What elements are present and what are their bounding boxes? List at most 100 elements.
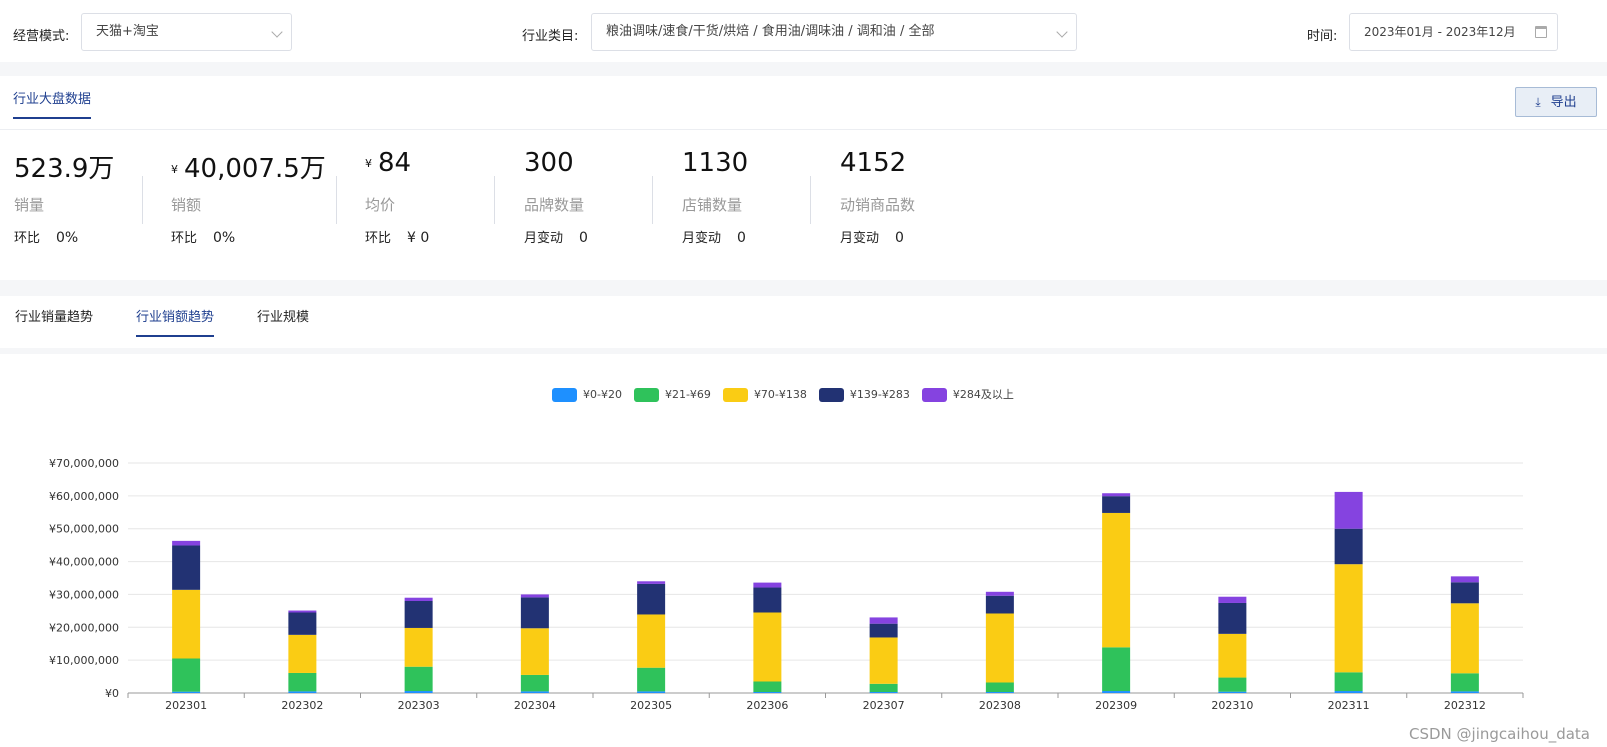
y-tick-label: ¥0 [105, 687, 119, 700]
bar-segment[interactable] [1334, 564, 1363, 673]
bar-segment[interactable] [1102, 496, 1131, 513]
bar-segment[interactable] [637, 583, 666, 615]
bar-segment[interactable] [172, 658, 201, 692]
tab-sales-amount-trend[interactable]: 行业销额趋势 [136, 306, 215, 337]
metric-name: 品牌数量 [524, 196, 585, 214]
bar-segment[interactable] [404, 601, 433, 628]
bar-segment[interactable] [1450, 603, 1479, 674]
bar-segment[interactable] [753, 612, 782, 682]
bar-segment[interactable] [1450, 582, 1479, 604]
bar-segment[interactable] [753, 681, 782, 693]
bar-segment[interactable] [985, 591, 1014, 596]
bar-segment[interactable] [869, 623, 898, 638]
bar-segment[interactable] [404, 597, 433, 601]
overview-panel: 行业大盘数据 ⤓ 导出 523.9万 销量 环比 0% ¥40,007.5万 销额 … [0, 76, 1607, 280]
bar-segment[interactable] [637, 614, 666, 668]
bar-segment[interactable] [172, 545, 201, 590]
bar-segment[interactable] [1334, 491, 1363, 529]
bar-segment[interactable] [1218, 602, 1247, 634]
bar-segment[interactable] [637, 667, 666, 692]
bar-segment[interactable] [869, 637, 898, 684]
bar-segment[interactable] [1334, 691, 1363, 693]
stacked-bar-chart: ¥0 ¥10,000,000 ¥20,000,000 ¥30,000,000 ¥40,0… [49, 457, 1524, 712]
x-tick-label: 202306 [746, 699, 788, 712]
bar-segment[interactable] [1334, 528, 1363, 565]
x-tick-label: 202311 [1328, 699, 1370, 712]
metric-active-items: 4152 动销商品数 月变动 0 [840, 148, 915, 246]
bar-segment[interactable] [172, 540, 201, 546]
divider [0, 129, 1607, 130]
bar-segment[interactable] [520, 674, 549, 692]
metric-shop-count: 1130 店铺数量 月变动 0 [682, 148, 748, 246]
bar-segment[interactable] [172, 691, 201, 693]
bar-segment[interactable] [288, 672, 317, 692]
bar-segment[interactable] [520, 628, 549, 675]
bar-segment[interactable] [869, 683, 898, 693]
bar-segment[interactable] [1102, 647, 1131, 692]
bar-segment[interactable] [1218, 691, 1247, 693]
metric-value: 4152 [840, 148, 907, 178]
divider [336, 176, 337, 224]
x-tick-label: 202301 [165, 699, 207, 712]
bar-segment[interactable] [985, 692, 1014, 693]
bar-segment[interactable] [172, 589, 201, 659]
metric-name: 动销商品数 [840, 196, 916, 214]
mode-select-value: 天猫+淘宝 [96, 24, 159, 39]
bar-segment[interactable] [753, 582, 782, 588]
bar-segment[interactable] [288, 691, 317, 693]
bar-segment[interactable] [869, 617, 898, 624]
bar-segment[interactable] [637, 691, 666, 693]
calendar-icon [1535, 26, 1547, 38]
bar-segment[interactable] [753, 587, 782, 613]
x-tick-label: 202307 [863, 699, 905, 712]
watermark: CSDN @jingcaihou_data [1409, 725, 1590, 743]
tab-sales-volume-trend[interactable]: 行业销量趋势 [15, 306, 93, 335]
tab-industry-scale[interactable]: 行业规模 [257, 306, 309, 335]
bar-segment[interactable] [1450, 691, 1479, 693]
category-select[interactable]: 粮油调味/速食/干货/烘焙 / 食用油/调味油 / 调和油 / 全部 [591, 13, 1077, 51]
bar-segment[interactable] [985, 595, 1014, 614]
metric-name: 均价 [365, 196, 396, 214]
bar-segment[interactable] [753, 692, 782, 693]
bar-segment[interactable] [288, 612, 317, 635]
category-label: 行业类目: [522, 29, 579, 44]
bar-segment[interactable] [288, 634, 317, 673]
download-icon: ⤓ [1535, 95, 1541, 109]
metric-sales-amount: ¥40,007.5万 销额 环比 0% [171, 148, 326, 246]
bar-segment[interactable] [1218, 677, 1247, 692]
metric-value: ¥40,007.5万 [171, 154, 326, 184]
bar-segment[interactable] [404, 627, 433, 667]
bar-segment[interactable] [1102, 512, 1131, 648]
bar-segment[interactable] [1102, 493, 1131, 497]
bar-segment[interactable] [288, 610, 317, 613]
metric-change: 月变动 0 [524, 230, 588, 246]
bar-segment[interactable] [520, 691, 549, 693]
metric-value: 523.9万 [14, 154, 115, 184]
metric-name: 店铺数量 [682, 196, 743, 214]
bar-segment[interactable] [404, 666, 433, 692]
bar-segment[interactable] [1450, 673, 1479, 692]
metric-change: 环比 0% [171, 230, 236, 246]
bar-segment[interactable] [1334, 672, 1363, 692]
export-button[interactable]: ⤓ 导出 [1515, 87, 1597, 117]
time-range-picker[interactable]: 2023年01月 - 2023年12月 [1349, 13, 1558, 51]
bar-segment[interactable] [1102, 691, 1131, 693]
mode-select[interactable]: 天猫+淘宝 [81, 13, 292, 51]
divider [652, 176, 653, 224]
bar-segment[interactable] [985, 682, 1014, 693]
bar-segment[interactable] [404, 691, 433, 693]
x-tick-label: 202304 [514, 699, 556, 712]
bar-segment[interactable] [1218, 633, 1247, 678]
bar-segment[interactable] [520, 597, 549, 629]
bar-segment[interactable] [1218, 596, 1247, 603]
x-tick-label: 202302 [281, 699, 323, 712]
category-select-value: 粮油调味/速食/干货/烘焙 / 食用油/调味油 / 调和油 / 全部 [606, 24, 935, 39]
bar-segment[interactable] [520, 594, 549, 598]
bar-segment[interactable] [637, 581, 666, 584]
bar-segment[interactable] [985, 613, 1014, 683]
bar-segment[interactable] [869, 692, 898, 693]
tab-industry-overview[interactable]: 行业大盘数据 [13, 88, 92, 119]
time-range-value: 2023年01月 - 2023年12月 [1364, 25, 1516, 39]
metric-average-price: ¥84 均价 环比 ¥ 0 [365, 148, 429, 246]
bar-segment[interactable] [1450, 576, 1479, 583]
